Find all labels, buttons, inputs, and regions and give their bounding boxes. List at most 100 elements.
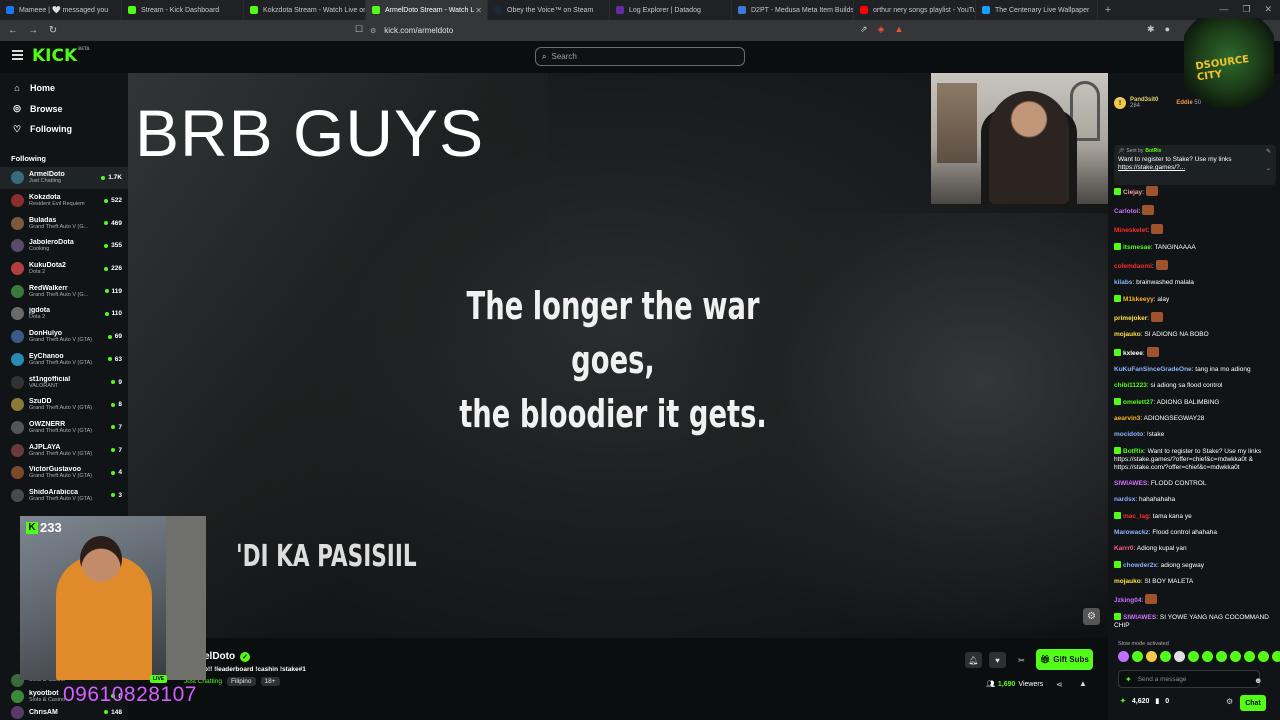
browser-tab[interactable]: The Centenary Live Wallpaper — [976, 0, 1098, 20]
chat-username[interactable]: Marowackz — [1114, 529, 1149, 536]
sidebar-channel[interactable]: KukuDota2 Dota 2 226 — [0, 257, 128, 280]
sidebar-channel[interactable]: VictorGustavoo Grand Theft Auto V (GTA) 4 — [0, 461, 128, 484]
browser-tab[interactable]: Mameee | 🤍 messaged you — [0, 0, 122, 20]
site-info-icon[interactable]: ⚙ — [370, 27, 376, 35]
sidebar-nav-following[interactable]: ♡ Following — [0, 119, 128, 140]
browser-tab[interactable]: Stream - Kick Dashboard — [122, 0, 244, 20]
sidebar-channel[interactable]: jgdota Dota 2 110 — [0, 303, 128, 326]
reload-icon[interactable]: ↻ — [46, 25, 60, 36]
brave-rewards-icon[interactable]: ▲ — [894, 24, 903, 35]
browser-tab[interactable]: Kokzdota Stream - Watch Live on Ki — [244, 0, 366, 20]
quick-emote-icon[interactable] — [1244, 651, 1255, 662]
brave-shield-icon[interactable]: ◈ — [878, 24, 885, 35]
quick-emote-icon[interactable] — [1118, 651, 1129, 662]
kick-logo[interactable]: KICKBETA — [32, 46, 89, 66]
minimize-icon[interactable]: — — [1219, 4, 1228, 15]
chat-username[interactable]: kxleee — [1123, 350, 1143, 357]
maximize-icon[interactable]: ❐ — [1242, 4, 1250, 15]
video-player[interactable]: BRB GUYS The longer the war goes, the bl… — [128, 73, 1108, 638]
search-input[interactable]: ⌕ Search — [535, 47, 745, 66]
browser-tab[interactable]: ArmelDoto Stream - Watch L ✕ — [366, 0, 488, 20]
tag-age[interactable]: 18+ — [260, 677, 280, 686]
clip-icon[interactable]: ✂ — [1013, 652, 1030, 668]
profile-icon[interactable]: ● — [1165, 24, 1170, 35]
quick-emote-icon[interactable] — [1258, 651, 1269, 662]
quick-emote-icon[interactable] — [1272, 651, 1280, 662]
chat-username[interactable]: itsmesae — [1123, 244, 1151, 251]
sidebar-channel[interactable]: ShidoArabicca Grand Theft Auto V (GTA) 3 — [0, 484, 128, 507]
sidebar-channel[interactable]: RedWalkerr Grand Theft Auto V (G... 119 — [0, 280, 128, 303]
sidebar-channel[interactable]: AJPLAYA Grand Theft Auto V (GTA) 7 — [0, 439, 128, 462]
chat-username[interactable]: aearvin3 — [1114, 415, 1140, 422]
chat-username[interactable]: omelett27 — [1123, 399, 1153, 406]
close-icon[interactable]: ✕ — [1264, 4, 1272, 15]
quick-emote-icon[interactable] — [1132, 651, 1143, 662]
notification-bell-icon[interactable]: 🔔︎ — [965, 652, 982, 668]
browser-tab[interactable]: Log Explorer | Datadog — [610, 0, 732, 20]
chat-username[interactable]: SIWIAWES — [1114, 480, 1147, 487]
back-icon[interactable]: ← — [6, 25, 20, 36]
chat-username[interactable]: Mineskelet — [1114, 227, 1147, 234]
chat-username[interactable]: chowder2x — [1123, 562, 1157, 569]
chat-username[interactable]: mojauko — [1114, 331, 1141, 338]
quick-emote-icon[interactable] — [1202, 651, 1213, 662]
sidebar-channel[interactable]: OWZNERR Grand Theft Auto V (GTA) 7 — [0, 416, 128, 439]
gift-subs-button[interactable]: 🎁︎ Gift Subs — [1036, 649, 1093, 670]
chat-username[interactable]: SIWIAWES — [1123, 614, 1156, 621]
bookmark-icon[interactable]: ☐ — [355, 24, 363, 35]
emoji-picker-icon[interactable]: ☻ — [1254, 676, 1262, 685]
sidebar-nav-browse[interactable]: ◎ Browse — [0, 99, 128, 120]
tab-close-icon[interactable]: ✕ — [475, 6, 482, 15]
chat-input[interactable]: ✦ Send a message — [1118, 670, 1260, 688]
url-field[interactable]: ⚙ kick.com/armeldoto — [370, 23, 910, 38]
streamer-name[interactable]: elDoto ✓ — [204, 651, 251, 662]
chat-username[interactable]: Carlotoi — [1114, 208, 1139, 215]
quick-emote-icon[interactable] — [1160, 651, 1171, 662]
sidebar-channel[interactable]: st1ngofficial VALORANT 9 — [0, 371, 128, 394]
tag-language[interactable]: Filipino — [226, 677, 256, 686]
sidebar-channel[interactable]: Kokzdota Resident Evil Requiem 522 — [0, 189, 128, 212]
quick-emote-icon[interactable] — [1230, 651, 1241, 662]
pinned-link[interactable]: https://stake.games/?... — [1118, 164, 1272, 171]
browser-tab[interactable]: Obey the Voice™ on Steam — [488, 0, 610, 20]
expand-chevron-icon[interactable]: ⌄ — [1266, 165, 1271, 172]
sidebar-channel[interactable]: JaboleroDota Cooking 355 — [0, 235, 128, 258]
chat-username[interactable]: Jzking04 — [1114, 597, 1141, 604]
hamburger-menu-icon[interactable] — [12, 50, 23, 60]
browser-tab[interactable]: orthur nery songs playlist - YouTube — [854, 0, 976, 20]
quick-emote-icon[interactable] — [1188, 651, 1199, 662]
browser-tab[interactable]: D2PT - Medusa Meta Item Builds & — [732, 0, 854, 20]
quick-emote-icon[interactable] — [1216, 651, 1227, 662]
share-page-icon[interactable]: ⇗ — [860, 24, 868, 35]
video-settings-icon[interactable]: ⚙ — [1083, 608, 1100, 625]
chat-username[interactable]: chibi11223 — [1114, 382, 1147, 389]
report-icon[interactable]: ▲ — [1079, 679, 1087, 688]
chat-username[interactable]: mojauko — [1114, 578, 1141, 585]
chat-username[interactable]: primejoker — [1114, 315, 1147, 322]
channel-points[interactable]: 4,620 — [1132, 698, 1150, 705]
share-icon[interactable]: ⋖ — [1056, 680, 1063, 689]
chat-username[interactable]: BotRix — [1123, 448, 1144, 455]
chat-settings-icon[interactable]: ⚙ — [1226, 697, 1233, 706]
stream-preview-popup[interactable]: K 233 — [20, 516, 206, 680]
follow-heart-icon[interactable]: ♥ — [989, 652, 1006, 668]
send-chat-button[interactable]: Chat — [1240, 695, 1266, 711]
sidebar-channel[interactable]: Buladas Grand Theft Auto V (G... 469 — [0, 212, 128, 235]
sidebar-channel[interactable]: DonHulyo Grand Theft Auto V (GTA) 69 — [0, 325, 128, 348]
forward-icon[interactable]: → — [26, 25, 40, 36]
chat-username[interactable]: mocidoto — [1114, 431, 1143, 438]
quick-emote-icon[interactable] — [1174, 651, 1185, 662]
chat-username[interactable]: KuKuFanSinceGradeOne — [1114, 366, 1192, 373]
chat-username[interactable]: M1kkeeyy — [1123, 296, 1154, 303]
extensions-icon[interactable]: ✱ — [1147, 24, 1155, 35]
chat-username[interactable]: nardsx — [1114, 496, 1135, 503]
chat-username[interactable]: kilabs — [1114, 279, 1132, 286]
sidebar-channel[interactable]: ArmelDoto Just Chatting 1.7K — [0, 166, 128, 190]
unpin-icon[interactable]: ✎ — [1266, 148, 1271, 155]
sidebar-nav-home[interactable]: ⌂ Home — [0, 78, 128, 99]
quick-emote-icon[interactable] — [1146, 651, 1157, 662]
chat-username[interactable]: Karrr0 — [1114, 545, 1134, 552]
chat-username[interactable]: mac_lag — [1123, 513, 1149, 520]
chat-username[interactable]: Ciejay — [1123, 189, 1142, 196]
sidebar-channel[interactable]: SzuDD Grand Theft Auto V (GTA) 8 — [0, 393, 128, 416]
